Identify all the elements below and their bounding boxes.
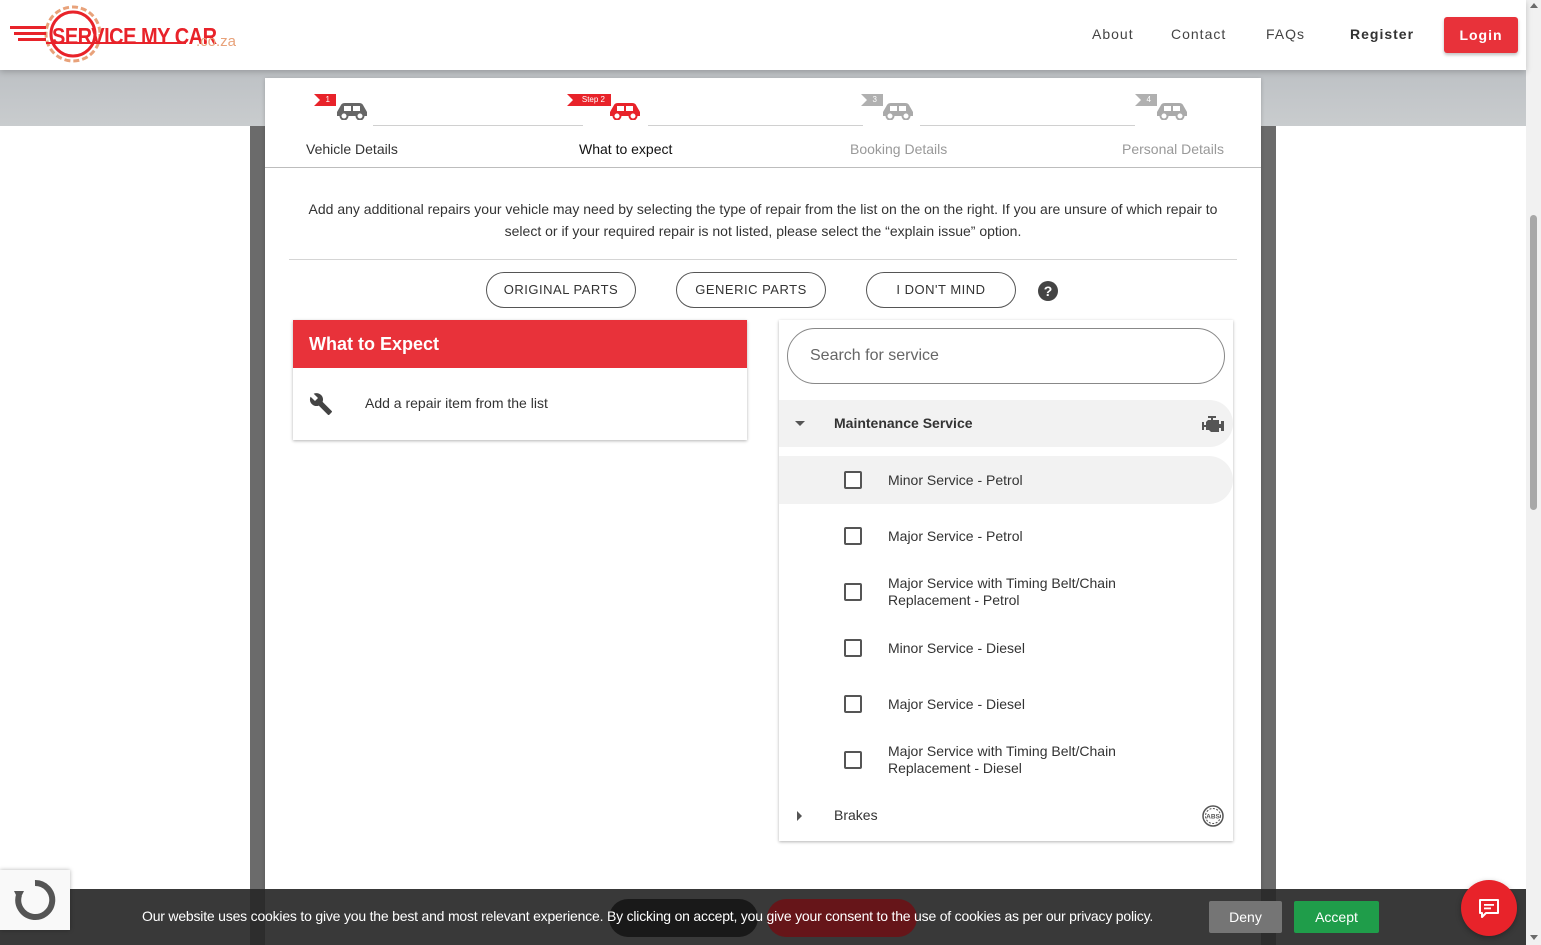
cookie-deny-button[interactable]: Deny xyxy=(1209,901,1282,933)
recaptcha-icon xyxy=(14,879,56,920)
caret-down-icon xyxy=(795,421,805,426)
car-icon xyxy=(883,103,913,120)
chat-icon xyxy=(1479,899,1499,918)
scroll-down-arrow-icon[interactable] xyxy=(1530,935,1538,940)
stepper-divider xyxy=(265,167,1261,168)
search-input[interactable] xyxy=(810,343,1200,369)
service-checkbox[interactable] xyxy=(844,751,862,769)
cookie-consent-bar: Our website uses cookies to give you the… xyxy=(0,889,1526,945)
stepper-connector xyxy=(648,125,863,126)
wrench-icon xyxy=(309,393,332,415)
service-item-label: Major Service - Petrol xyxy=(888,528,1023,544)
car-icon xyxy=(1157,103,1187,120)
site-logo[interactable]: SERVICE MY CAR .co.za xyxy=(10,4,240,64)
what-to-expect-title: What to Expect xyxy=(293,320,747,368)
service-item-label: Minor Service - Petrol xyxy=(888,472,1023,488)
car-icon xyxy=(337,103,367,120)
service-item-label: Major Service with Timing Belt/Chain Rep… xyxy=(888,575,1116,608)
cookie-text: Our website uses cookies to give you the… xyxy=(142,908,1154,924)
service-item-label: Major Service - Diesel xyxy=(888,696,1025,712)
generic-parts-button[interactable]: GENERIC PARTS xyxy=(676,272,826,308)
step-flag: Step 2 xyxy=(567,94,611,106)
car-icon xyxy=(610,103,640,120)
stepper-connector xyxy=(373,125,583,126)
site-header: SERVICE MY CAR .co.za About Contact FAQs… xyxy=(0,0,1526,70)
logo-text: SERVICE MY CAR xyxy=(52,24,217,50)
service-checkbox[interactable] xyxy=(844,471,862,489)
category-brakes[interactable]: Brakes ABS xyxy=(779,792,1233,839)
engine-icon xyxy=(1202,416,1224,432)
what-to-expect-panel: What to Expect Add a repair item from th… xyxy=(293,320,747,440)
recaptcha-badge[interactable] xyxy=(0,870,70,930)
service-item[interactable]: Major Service with Timing Belt/Chain Rep… xyxy=(779,736,1233,784)
service-item[interactable]: Major Service - Petrol xyxy=(779,512,1233,560)
service-list-panel: Maintenance Service Minor Service - Petr… xyxy=(779,320,1233,841)
cookie-accept-button[interactable]: Accept xyxy=(1294,901,1379,933)
nav-faqs[interactable]: FAQs xyxy=(1266,26,1305,42)
service-item[interactable]: Minor Service - Diesel xyxy=(779,624,1233,672)
what-to-expect-empty-text: Add a repair item from the list xyxy=(365,395,548,411)
service-checkbox[interactable] xyxy=(844,527,862,545)
caret-right-icon xyxy=(797,811,802,821)
login-button[interactable]: Login xyxy=(1444,17,1518,53)
category-label: Maintenance Service xyxy=(834,415,973,431)
chat-button[interactable] xyxy=(1461,880,1517,936)
page-scrollbar[interactable] xyxy=(1526,0,1541,945)
help-icon[interactable]: ? xyxy=(1038,281,1058,301)
nav-about[interactable]: About xyxy=(1092,26,1134,42)
step-label: Vehicle Details xyxy=(306,141,398,157)
what-to-expect-empty-row: Add a repair item from the list xyxy=(293,368,747,440)
service-item[interactable]: Major Service - Diesel xyxy=(779,680,1233,728)
step-label: What to expect xyxy=(579,141,673,157)
service-checkbox[interactable] xyxy=(844,583,862,601)
category-label: Brakes xyxy=(834,807,878,823)
service-item[interactable]: Minor Service - Petrol xyxy=(779,456,1233,504)
step-label: Personal Details xyxy=(1122,141,1224,157)
nav-register[interactable]: Register xyxy=(1350,26,1414,42)
dont-mind-button[interactable]: I DON'T MIND xyxy=(866,272,1016,308)
service-item[interactable]: Major Service with Timing Belt/Chain Rep… xyxy=(779,568,1233,616)
nav-contact[interactable]: Contact xyxy=(1171,26,1226,42)
abs-icon: ABS xyxy=(1202,805,1224,827)
stepper-connector xyxy=(920,125,1135,126)
category-maintenance-service[interactable]: Maintenance Service xyxy=(779,400,1233,447)
logo-domain: .co.za xyxy=(196,33,237,50)
search-field[interactable] xyxy=(787,328,1225,384)
intro-divider xyxy=(289,259,1237,260)
service-checkbox[interactable] xyxy=(844,639,862,657)
service-item-label: Minor Service - Diesel xyxy=(888,640,1025,656)
intro-text: Add any additional repairs your vehicle … xyxy=(308,201,1218,239)
service-item-label: Major Service with Timing Belt/Chain Rep… xyxy=(888,743,1116,776)
svg-text:ABS: ABS xyxy=(1206,814,1220,821)
service-checkbox[interactable] xyxy=(844,695,862,713)
original-parts-button[interactable]: ORIGINAL PARTS xyxy=(486,272,636,308)
scroll-thumb[interactable] xyxy=(1530,215,1537,510)
step-label: Booking Details xyxy=(850,141,948,157)
scroll-up-arrow-icon[interactable] xyxy=(1530,3,1538,8)
